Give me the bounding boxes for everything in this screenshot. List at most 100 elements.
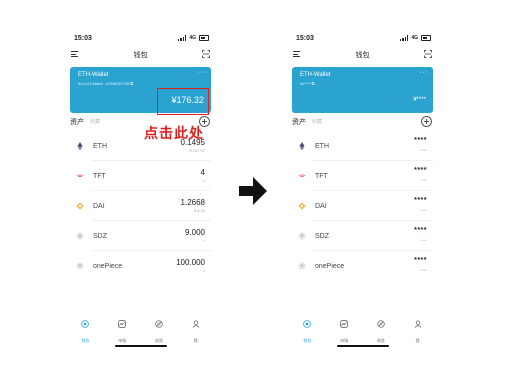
tab-browse[interactable]: 浏览	[141, 319, 178, 343]
tab-collections[interactable]: 收藏	[90, 118, 100, 125]
tab-collections[interactable]: 收藏	[312, 118, 322, 125]
tab-assets[interactable]: 资产	[70, 117, 84, 127]
token-row-eth[interactable]: ETH **** ****	[289, 131, 436, 161]
wallet-tab-icon	[81, 320, 90, 328]
bottom-tab-bar: 钱包 市场 浏览 我	[67, 319, 214, 343]
wallet-card[interactable]: ETH-Wallet 0x**** ⧉ ··· ¥****	[292, 67, 433, 113]
onepiece-icon	[298, 262, 306, 270]
token-amount: ****	[414, 197, 427, 204]
token-fiat: ****	[420, 148, 427, 153]
token-amount: ****	[414, 257, 427, 264]
page-title: 钱包	[355, 52, 370, 59]
wallet-balance[interactable]: ¥****	[413, 97, 426, 103]
network-label: 4G	[411, 35, 418, 41]
tab-me[interactable]: 我	[177, 319, 214, 343]
token-fiat: ****	[420, 268, 427, 273]
token-fiat: ****	[420, 238, 427, 243]
token-fiat: ****	[420, 178, 427, 183]
token-name: SDZ	[93, 233, 107, 240]
nav-bar: 钱包	[67, 47, 214, 63]
tab-market[interactable]: 市场	[104, 319, 141, 343]
token-row-sdz[interactable]: SDZ 9.000 ≈	[67, 221, 214, 251]
token-row-sdz[interactable]: SDZ **** ****	[289, 221, 436, 251]
dai-icon	[76, 202, 84, 210]
wallet-address: 0xCc2144ab6...426AE30799 ⧉	[78, 81, 134, 86]
token-row-dai[interactable]: DAI **** ****	[289, 191, 436, 221]
tab-wallet[interactable]: 钱包	[67, 319, 104, 343]
page-title: 钱包	[133, 52, 148, 59]
network-label: 4G	[189, 35, 196, 41]
token-name: SDZ	[315, 233, 329, 240]
token-row-onepiece[interactable]: onePiece 100.000 ≈	[67, 251, 214, 281]
token-amount: 1.2668	[180, 198, 205, 207]
tft-icon	[76, 174, 84, 177]
eth-icon	[77, 142, 83, 150]
token-name: ETH	[93, 143, 107, 150]
token-row-dai[interactable]: DAI 1.2668 ¥ 8.35	[67, 191, 214, 221]
browse-tab-icon	[377, 320, 385, 328]
phone-screen-after: 15:03 4G 钱包 ETH-Wallet 0x**** ⧉ ··· ¥***…	[289, 31, 436, 349]
token-amount: ****	[414, 137, 427, 144]
assets-header: 资产 收藏	[289, 116, 436, 128]
phone-screen-before: 15:03 4G 钱包 ETH-Wallet 0xCc2144ab6...426…	[67, 31, 214, 349]
home-indicator	[115, 345, 167, 347]
token-row-tft[interactable]: TFT 4 ≈	[67, 161, 214, 191]
token-fiat: ¥ 167.97	[189, 148, 205, 153]
status-time: 15:03	[74, 35, 92, 42]
user-tab-icon	[414, 320, 421, 328]
tab-assets[interactable]: 资产	[292, 117, 306, 127]
browse-tab-icon	[155, 320, 163, 328]
token-fiat: ****	[420, 208, 427, 213]
token-amount: 100.000	[176, 258, 205, 267]
wallet-name: ETH-Wallet	[78, 72, 109, 78]
onepiece-icon	[76, 262, 84, 270]
market-tab-icon	[340, 320, 348, 328]
signal-icon	[399, 35, 409, 41]
battery-icon	[421, 35, 431, 41]
signal-icon	[177, 35, 187, 41]
scan-icon[interactable]	[202, 50, 210, 58]
sdz-icon	[76, 232, 84, 240]
token-name: DAI	[93, 203, 105, 210]
more-icon[interactable]: ···	[198, 69, 207, 76]
home-indicator	[337, 345, 389, 347]
highlight-box	[157, 88, 209, 115]
status-bar: 15:03 4G	[294, 34, 431, 44]
tab-browse[interactable]: 浏览	[363, 319, 400, 343]
copy-icon: ⧉	[311, 81, 315, 86]
token-name: onePiece	[315, 263, 345, 270]
arrow-right-icon	[239, 177, 267, 205]
token-name: ETH	[315, 143, 329, 150]
annotation-label: 点击此处	[144, 125, 204, 141]
token-name: DAI	[315, 203, 327, 210]
token-row-tft[interactable]: TFT **** ****	[289, 161, 436, 191]
token-fiat: ¥ 8.35	[193, 208, 205, 213]
dai-icon	[298, 202, 306, 210]
tft-icon	[298, 174, 306, 177]
token-amount: 9.000	[184, 228, 205, 237]
tab-wallet[interactable]: 钱包	[289, 319, 326, 343]
add-token-icon[interactable]	[421, 116, 432, 127]
status-time: 15:03	[296, 35, 314, 42]
tab-market[interactable]: 市场	[326, 319, 363, 343]
token-fiat: ≈	[202, 238, 205, 243]
token-name: TFT	[93, 173, 106, 180]
sdz-icon	[298, 232, 306, 240]
wallet-tab-icon	[303, 320, 312, 328]
eth-icon	[299, 142, 305, 150]
token-name: onePiece	[93, 263, 123, 270]
token-amount: ****	[414, 227, 427, 234]
status-bar: 15:03 4G	[72, 34, 209, 44]
scan-icon[interactable]	[424, 50, 432, 58]
token-fiat: ≈	[202, 178, 205, 183]
user-tab-icon	[192, 320, 199, 328]
wallet-name: ETH-Wallet	[300, 72, 331, 78]
token-name: TFT	[315, 173, 328, 180]
copy-icon: ⧉	[130, 81, 134, 86]
tab-me[interactable]: 我	[399, 319, 436, 343]
more-icon[interactable]: ···	[420, 69, 429, 76]
token-fiat: ≈	[202, 268, 205, 273]
battery-icon	[199, 35, 209, 41]
bottom-tab-bar: 钱包 市场 浏览 我	[289, 319, 436, 343]
token-row-onepiece[interactable]: onePiece **** ****	[289, 251, 436, 281]
